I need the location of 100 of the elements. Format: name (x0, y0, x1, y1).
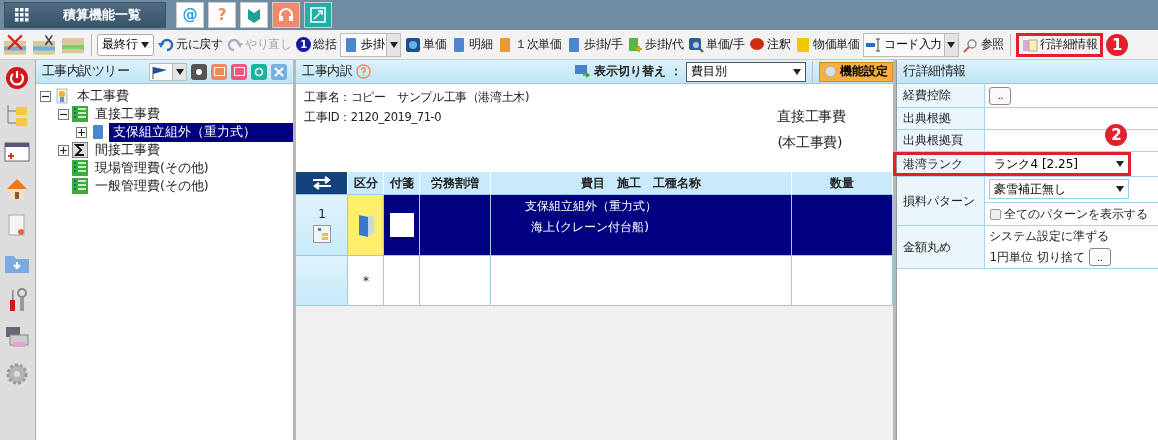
headset-button[interactable] (272, 2, 300, 28)
toolbar-button[interactable]: 単価/手 (687, 36, 746, 53)
toolbar-button[interactable]: 行詳細情報 (1015, 32, 1104, 57)
toolbar-button[interactable]: 参照 (961, 36, 1005, 53)
rounding-text: システム設定に準ずる (989, 228, 1110, 245)
toolbar-button[interactable]: 注釈 (748, 36, 792, 53)
new-row-marker: * (363, 273, 369, 288)
field-label: 出典根拠頁 (897, 130, 986, 151)
toolbar-button[interactable]: 元に戻す (157, 36, 223, 53)
checkbox[interactable] (990, 209, 1002, 220)
power-button[interactable] (4, 66, 31, 90)
panel-title: 工事内訳 (302, 63, 353, 80)
split-button[interactable]: コード入力 (863, 32, 959, 57)
caret-icon (1116, 161, 1125, 167)
grid-delete-icon (3, 33, 27, 56)
tree-icon (313, 225, 331, 243)
collapse-toggle[interactable] (57, 108, 69, 120)
caret-icon (176, 68, 184, 75)
tree-item[interactable]: 現場管理費(その他) (90, 158, 213, 178)
caret-icon (793, 68, 802, 75)
book-icon (343, 36, 359, 53)
leaf-icon (247, 7, 261, 23)
browse-button[interactable]: .. (1088, 248, 1111, 266)
list-icon (71, 160, 88, 176)
text-cursor-icon (866, 36, 883, 53)
toolbar-button[interactable]: 歩掛/手 (565, 36, 624, 53)
caret-icon (1116, 186, 1125, 192)
section-heading: (本工事費) (777, 134, 843, 152)
open-folder-button[interactable] (231, 63, 248, 80)
browse-button[interactable]: .. (989, 86, 1012, 105)
row-number: 1 (318, 207, 326, 221)
person-icon (53, 88, 70, 104)
pattern-select[interactable]: 豪雪補正無し (989, 179, 1130, 199)
list-icon (71, 178, 88, 194)
close-button[interactable] (271, 63, 288, 80)
tree-item[interactable]: 間接工事費 (90, 140, 164, 160)
monitor-icon (574, 64, 591, 79)
field-label: 出典根拠 (897, 108, 986, 129)
expand-button[interactable] (304, 2, 332, 28)
toolbar-button[interactable]: 明細 (450, 36, 493, 53)
tree-item[interactable]: 一般管理費(その他) (90, 176, 213, 196)
toolbar-button[interactable] (2, 33, 28, 56)
printer-button[interactable] (4, 325, 31, 349)
book-icon (497, 36, 513, 53)
column-header: 付箋 (384, 172, 421, 195)
project-name: 工事名：コピー サンプル工事（港湾土木) (304, 90, 529, 105)
grid-menu-icon (15, 8, 29, 22)
sigma-icon (71, 142, 88, 158)
column-header: 区分 (348, 172, 385, 195)
expand-icon (310, 7, 326, 23)
toolbar-button[interactable]: 1 総括 (295, 36, 337, 53)
globe-icon (405, 36, 421, 53)
section-heading: 直接工事費 (777, 108, 846, 126)
step-badge: 2 (1105, 124, 1128, 146)
item-name: 海上(クレーン付台船) (530, 219, 649, 236)
toolbar-button[interactable]: １次単価 (496, 36, 562, 53)
undo-icon (158, 36, 174, 53)
item-name: 支保組立組外（重力式） (525, 198, 658, 215)
caret-icon (947, 41, 956, 48)
collapse-toggle[interactable] (39, 90, 51, 102)
swap-icon (311, 176, 333, 190)
tree-item[interactable]: 本工事費 (72, 86, 133, 106)
settings-button[interactable]: 機能設定 (819, 61, 894, 82)
plus-icon (59, 146, 67, 154)
refresh-button[interactable] (251, 63, 268, 80)
step-badge: 1 (1106, 33, 1129, 56)
caret-icon (389, 41, 398, 48)
project-id: 工事ID：2120_2019_71-0 (304, 110, 443, 125)
tree-item[interactable]: 直接工事費 (90, 104, 164, 124)
swap-header[interactable] (296, 172, 349, 195)
book-plus-icon (627, 36, 644, 53)
speech-bubble-icon (749, 36, 766, 53)
help-icon (356, 64, 372, 79)
toolbar-button[interactable]: 単価 (404, 36, 447, 53)
expand-toggle[interactable] (57, 144, 69, 156)
expand-toggle[interactable] (75, 126, 87, 138)
field-label: 金額丸め (897, 226, 986, 268)
gear-button[interactable] (191, 63, 208, 80)
view-switch-label: 表示切り替え ： (594, 63, 683, 80)
row-select[interactable]: 最終行 (97, 33, 154, 56)
flag-dropdown[interactable] (149, 62, 188, 81)
new-window-button[interactable] (4, 140, 31, 164)
toolbar-button[interactable]: 歩掛/代 (626, 36, 685, 53)
caret-icon (141, 41, 149, 48)
split-button[interactable]: 歩掛 (340, 32, 401, 57)
book-icon (357, 213, 375, 237)
note-icon (795, 36, 812, 53)
toolbar-button[interactable] (31, 33, 57, 56)
leaf-button[interactable] (240, 2, 268, 28)
sticky-note (390, 213, 414, 237)
panel-title: 工事内訳ツリー (41, 63, 130, 80)
grid-scissors-icon (32, 33, 56, 56)
column-header: 費目 施工 工種名称 (491, 172, 793, 195)
view-select[interactable]: 費目別 (686, 61, 807, 82)
tree-item[interactable]: 支保組立組外（重力式） (108, 122, 294, 142)
checkbox-label: 全てのパターンを表示する (1004, 206, 1149, 223)
toolbar-button[interactable]: 物価単価 (794, 36, 861, 53)
column-header: 労務割増 (420, 172, 492, 195)
menu-button[interactable]: 積算機能一覧 (4, 2, 166, 28)
list-icon (71, 106, 88, 122)
